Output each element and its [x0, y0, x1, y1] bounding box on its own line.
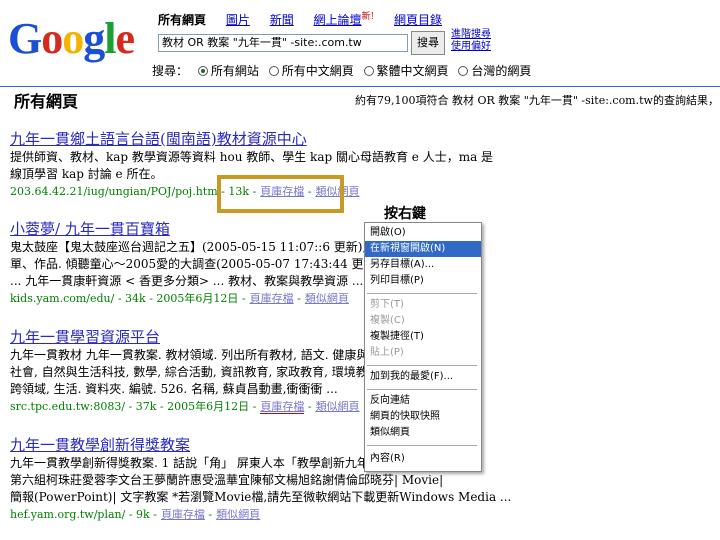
scope-option-label: 所有網站: [210, 64, 259, 78]
result-snippet: 提供師資、教材、kap 教學資源等資料 hou 教師、學生 kap 關心母語教育…: [10, 150, 494, 164]
menu-item-similar-pages[interactable]: 類似網頁: [365, 425, 481, 441]
cache-link[interactable]: 頁庫存檔: [260, 400, 305, 414]
scope-option-label: 台灣的網頁: [471, 64, 532, 78]
advanced-search-link[interactable]: 進階搜尋: [451, 29, 491, 41]
result-snippet: 鬼太鼓座【鬼太鼓座巡台週記之五】(2005-05-15 11:07::6 更新)…: [10, 240, 395, 254]
result-title-link[interactable]: 小蓉夢/ 九年一貫百寶箱: [10, 218, 412, 239]
menu-item-backlinks[interactable]: 反向連結: [365, 393, 481, 409]
new-badge: 新!: [361, 12, 375, 22]
menu-item-cut: 剪下(T): [370, 299, 404, 310]
cache-link[interactable]: 頁庫存檔: [161, 508, 205, 521]
logo-letter: e: [115, 14, 135, 63]
preferences-link[interactable]: 使用偏好: [451, 41, 491, 53]
tab-directory[interactable]: 網頁目錄: [394, 13, 442, 27]
advanced-links: 進階搜尋 使用偏好: [451, 29, 491, 53]
results-bar-title: 所有網頁: [14, 92, 79, 111]
result-url: hef.yam.org.tw/plan/ - 9k -: [10, 508, 157, 521]
similar-pages-link[interactable]: 類似網頁: [316, 400, 360, 413]
menu-item-save-target[interactable]: 另存目標(A)...: [365, 257, 481, 273]
result-url: src.tpc.edu.tw:8083/ - 37k - 2005年6月12日 …: [10, 400, 257, 413]
search-tabs: 所有網頁 圖片 新聞 網上論壇新! 網頁目錄: [158, 9, 458, 28]
radio-button[interactable]: [268, 66, 279, 76]
menu-item-cached-snapshot[interactable]: 網頁的快取快照: [365, 409, 481, 425]
scope-option-label: 所有中文網頁: [281, 64, 354, 78]
menu-item-open-new-window[interactable]: 在新視窗開啟(N): [365, 241, 481, 257]
search-button[interactable]: 搜尋: [411, 31, 445, 55]
result-snippet: 跨領域, 生活. 資料夾. 編號. 526. 名稱, 蘇貞昌動畫,衝衝衝 ...: [10, 382, 338, 396]
result-title-link[interactable]: 九年一貫學習資源平台: [10, 326, 380, 347]
search-result: 小蓉夢/ 九年一貫百寶箱 鬼太鼓座【鬼太鼓座巡台週記之五】(2005-05-15…: [10, 218, 412, 306]
tab-news[interactable]: 新聞: [270, 13, 294, 27]
logo-letter: g: [83, 14, 105, 63]
results-count: 約有79,100項符合 教材 OR 教案 "九年一貫" -site:.com.t…: [355, 94, 719, 107]
radio-button[interactable]: [197, 66, 208, 76]
menu-separator: [367, 365, 477, 366]
scope-option-chinese[interactable]: 所有中文網頁: [268, 62, 354, 79]
similar-pages-link[interactable]: 類似網頁: [216, 508, 260, 521]
menu-item-open[interactable]: 開啟(O): [365, 225, 481, 241]
search-result: 九年一貫學習資源平台 九年一貫教材 九年一貫教案. 教材領域. 列出所有教材, …: [10, 326, 380, 414]
menu-item-print-target[interactable]: 列印目標(P): [365, 273, 481, 289]
result-snippet: 第六組柯珠莊愛蓉李文台王夢蘭許惠受溫華宜陳郁文楊旭銘謝倩倫邱晓芬| Movie|: [10, 473, 444, 487]
radio-button[interactable]: [363, 66, 374, 76]
menu-item-copy-shortcut[interactable]: 複製捷徑(T): [365, 329, 481, 345]
scope-label: 搜尋：: [152, 64, 189, 78]
scope-option-traditional[interactable]: 繁體中文網頁: [363, 62, 449, 79]
tab-images[interactable]: 圖片: [226, 13, 250, 27]
menu-item-add-favorites[interactable]: 加到我的最愛(F)...: [365, 369, 481, 385]
logo-letter: G: [8, 14, 42, 63]
result-url: kids.yam.com/edu/ - 34k - 2005年6月12日 -: [10, 292, 246, 305]
search-input[interactable]: 教材 OR 教案 "九年一貫" -site:.com.tw: [158, 34, 408, 52]
right-click-callout: 按右鍵: [384, 206, 426, 222]
tab-groups[interactable]: 網上論壇: [314, 13, 362, 27]
radio-button[interactable]: [458, 66, 469, 76]
menu-item-properties[interactable]: 內容(R): [365, 451, 481, 467]
result-snippet: 九年一貫教材 九年一貫教案. 教材領域. 列出所有教材, 語文. 健康與體: [10, 348, 381, 362]
similar-pages-link[interactable]: 類似網頁: [305, 292, 349, 305]
result-title-link[interactable]: 九年一貫鄉土語言台語(閩南語)教材資源中心: [10, 128, 493, 149]
logo-letter: l: [104, 14, 116, 63]
context-menu: 開啟(O) 在新視窗開啟(N) 另存目標(A)... 列印目標(P) 剪下(T)…: [364, 222, 482, 472]
scope-option-all[interactable]: 所有網站: [197, 62, 259, 79]
tab-all-web: 所有網頁: [158, 13, 207, 27]
result-snippet: ... 九年一貫康軒資源 < 香更多分類> ... 教材、教案與教學資源 ...: [10, 274, 364, 288]
scope-option-taiwan[interactable]: 台灣的網頁: [458, 62, 531, 79]
result-url-line: kids.yam.com/edu/ - 34k - 2005年6月12日 - 頁庫…: [10, 292, 349, 305]
logo-letter: o: [62, 14, 84, 63]
result-snippet: 單、作品. 傾聽童心～2005愛的大調查(2005-05-07 17:43:44…: [10, 257, 412, 271]
scope-option-label: 繁體中文網頁: [376, 64, 449, 78]
result-snippet: 社會, 自然與生活科技, 數學, 綜合活動, 資訊教育, 家政教育, 環境教育: [10, 365, 380, 379]
search-scope: 搜尋： 所有網站 所有中文網頁 繁體中文網頁 台灣的網頁: [152, 62, 537, 79]
menu-item-copy: 複製(C): [370, 315, 405, 326]
google-logo[interactable]: Google: [8, 14, 144, 64]
result-url-line: src.tpc.edu.tw:8083/ - 37k - 2005年6月12日 …: [10, 400, 360, 414]
menu-item-paste: 貼上(P): [370, 347, 404, 358]
cache-link[interactable]: 頁庫存檔: [250, 292, 294, 305]
result-url-line: hef.yam.org.tw/plan/ - 9k - 頁庫存檔 - 類似網頁: [10, 508, 261, 521]
menu-separator: [367, 445, 477, 446]
menu-separator: [367, 293, 477, 294]
highlight-box: [217, 175, 344, 213]
logo-letter: o: [41, 14, 63, 63]
result-snippet: 簡報(PowerPoint)| 文字教案 *若瀏覽Movie檔,請先至微軟網站下…: [10, 490, 512, 504]
menu-separator: [367, 389, 477, 390]
tab-groups-label[interactable]: 網上論壇: [314, 13, 362, 27]
